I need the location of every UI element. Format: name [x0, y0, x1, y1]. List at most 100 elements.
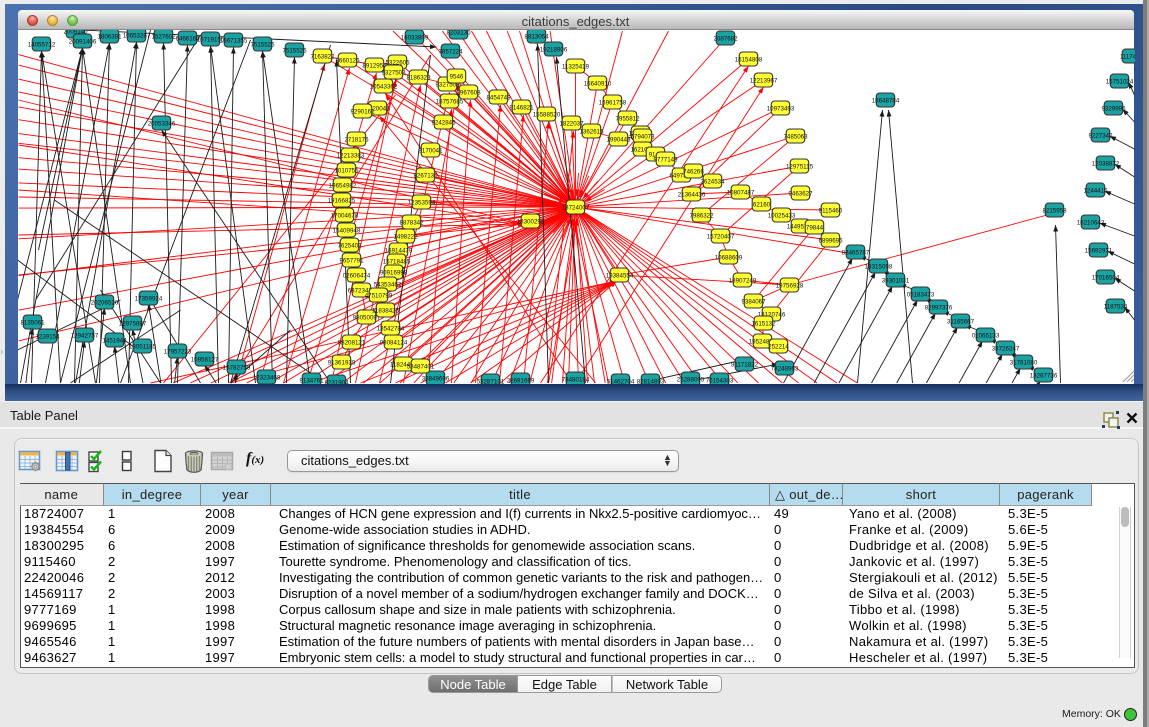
svg-text:7986322: 7986322: [689, 212, 714, 219]
svg-text:38726247: 38726247: [991, 345, 1019, 352]
svg-text:16961758: 16961758: [598, 99, 626, 106]
svg-text:9329996: 9329996: [1101, 105, 1126, 112]
svg-text:9170041: 9170041: [418, 147, 443, 154]
svg-text:9777149: 9777149: [653, 156, 678, 163]
svg-text:2718176: 2718176: [344, 136, 369, 143]
svg-text:19654982: 19654982: [328, 182, 356, 189]
svg-text:15720407: 15720407: [706, 233, 734, 240]
svg-text:9546: 9546: [449, 73, 463, 80]
svg-text:18907249: 18907249: [728, 277, 756, 284]
svg-text:7515525: 7515525: [282, 47, 307, 54]
svg-text:1806391: 1806391: [97, 33, 122, 40]
svg-text:90916998: 90916998: [379, 269, 407, 276]
svg-text:1822037: 1822037: [559, 120, 584, 127]
svg-text:7515525: 7515525: [250, 41, 275, 48]
svg-text:6794073: 6794073: [630, 133, 655, 140]
svg-text:12975887: 12975887: [118, 320, 146, 327]
svg-text:16914479: 16914479: [384, 247, 412, 254]
svg-text:82997376: 82997376: [924, 304, 952, 311]
svg-text:1187534: 1187534: [1103, 303, 1127, 310]
svg-text:14055712: 14055712: [27, 41, 55, 48]
svg-text:8135061: 8135061: [20, 319, 45, 326]
svg-text:9384067: 9384067: [741, 298, 766, 305]
svg-text:62160: 62160: [752, 201, 770, 208]
svg-text:18724007: 18724007: [561, 204, 589, 211]
svg-text:1362615: 1362615: [579, 128, 604, 135]
svg-text:8660125: 8660125: [335, 57, 360, 64]
svg-text:78248963: 78248963: [770, 365, 798, 372]
svg-text:05183473: 05183473: [906, 291, 934, 298]
svg-text:70154303: 70154303: [705, 377, 733, 384]
svg-text:8203130: 8203130: [446, 30, 471, 36]
svg-text:7163822: 7163822: [310, 53, 335, 60]
svg-text:15692971: 15692971: [1084, 247, 1112, 254]
svg-text:31781080: 31781080: [1009, 359, 1037, 366]
svg-text:9227342: 9227342: [1088, 132, 1113, 139]
svg-text:1010755: 1010755: [334, 167, 359, 174]
svg-text:9463627: 9463627: [788, 190, 813, 197]
svg-text:98084124: 98084124: [379, 339, 407, 346]
svg-text:8215958: 8215958: [1042, 207, 1067, 214]
svg-text:21364436: 21364436: [677, 191, 705, 198]
svg-text:15718485: 15718485: [382, 258, 410, 265]
svg-text:79844: 79844: [805, 224, 823, 231]
svg-text:19384554: 19384554: [605, 272, 633, 279]
svg-text:12353594: 12353594: [407, 199, 435, 206]
svg-text:11838425: 11838425: [371, 307, 399, 314]
svg-text:88208121: 88208121: [337, 339, 365, 346]
svg-text:7955812: 7955812: [615, 115, 640, 122]
svg-text:16033809: 16033809: [400, 34, 428, 41]
svg-text:18757685: 18757685: [435, 98, 463, 105]
svg-text:12213383: 12213383: [336, 152, 364, 159]
svg-text:10653267: 10653267: [122, 32, 150, 39]
svg-text:9290161: 9290161: [350, 108, 375, 115]
svg-text:1239154: 1239154: [35, 333, 60, 340]
svg-text:16154808: 16154808: [734, 56, 762, 63]
svg-text:10543362: 10543362: [369, 83, 397, 90]
svg-text:16640910: 16640910: [583, 80, 611, 87]
svg-text:17004678: 17004678: [330, 212, 358, 219]
svg-text:20053346: 20053346: [147, 120, 175, 127]
svg-text:10973493: 10973493: [766, 105, 794, 112]
svg-text:1527602: 1527602: [151, 33, 176, 40]
svg-text:8186323: 8186323: [406, 74, 431, 81]
svg-text:7485063: 7485063: [783, 133, 808, 140]
svg-text:91361939: 91361939: [327, 359, 355, 366]
svg-text:12975115: 12975115: [785, 163, 813, 170]
svg-text:1244415: 1244415: [1083, 187, 1108, 194]
svg-text:7625402: 7625402: [337, 242, 362, 249]
svg-text:8912954: 8912954: [362, 62, 387, 69]
svg-text:8878342: 8878342: [399, 219, 424, 226]
svg-text:38849696: 38849696: [421, 375, 449, 382]
svg-text:16648784: 16648784: [871, 97, 899, 104]
svg-text:01065133: 01065133: [971, 332, 999, 339]
svg-text:9134761: 9134761: [299, 377, 324, 384]
svg-text:10958127: 10958127: [190, 356, 218, 363]
svg-text:12323468: 12323468: [252, 374, 280, 381]
svg-text:39301031: 39301031: [881, 277, 909, 284]
svg-text:31165667: 31165667: [946, 318, 974, 325]
svg-text:12038872: 12038872: [1091, 160, 1119, 167]
svg-text:746266: 746266: [683, 168, 704, 175]
svg-text:54353462: 54353462: [373, 281, 401, 288]
svg-text:47510799: 47510799: [364, 292, 392, 299]
svg-text:13542784: 13542784: [376, 325, 404, 332]
svg-text:15588520: 15588520: [532, 111, 560, 118]
svg-text:1990443: 1990443: [606, 136, 631, 143]
svg-text:9146821: 9146821: [509, 104, 534, 111]
svg-text:15751024: 15751024: [1105, 78, 1133, 85]
svg-text:9657791: 9657791: [339, 257, 364, 264]
svg-text:10025433: 10025433: [767, 212, 795, 219]
svg-text:13315098: 13315098: [864, 263, 892, 270]
svg-text:1498222: 1498222: [393, 233, 418, 240]
svg-text:91171822: 91171822: [730, 361, 758, 368]
svg-text:18300295: 18300295: [516, 218, 544, 225]
svg-text:2087682: 2087682: [713, 35, 738, 42]
svg-text:1615132: 1615132: [751, 320, 776, 327]
svg-text:83465787: 83465787: [841, 249, 869, 256]
svg-text:9115460: 9115460: [818, 207, 842, 214]
svg-text:9327503: 9327503: [381, 69, 406, 76]
svg-text:16782759: 16782759: [222, 364, 250, 371]
svg-text:8267130: 8267130: [413, 172, 438, 179]
svg-text:15409948: 15409948: [332, 227, 360, 234]
